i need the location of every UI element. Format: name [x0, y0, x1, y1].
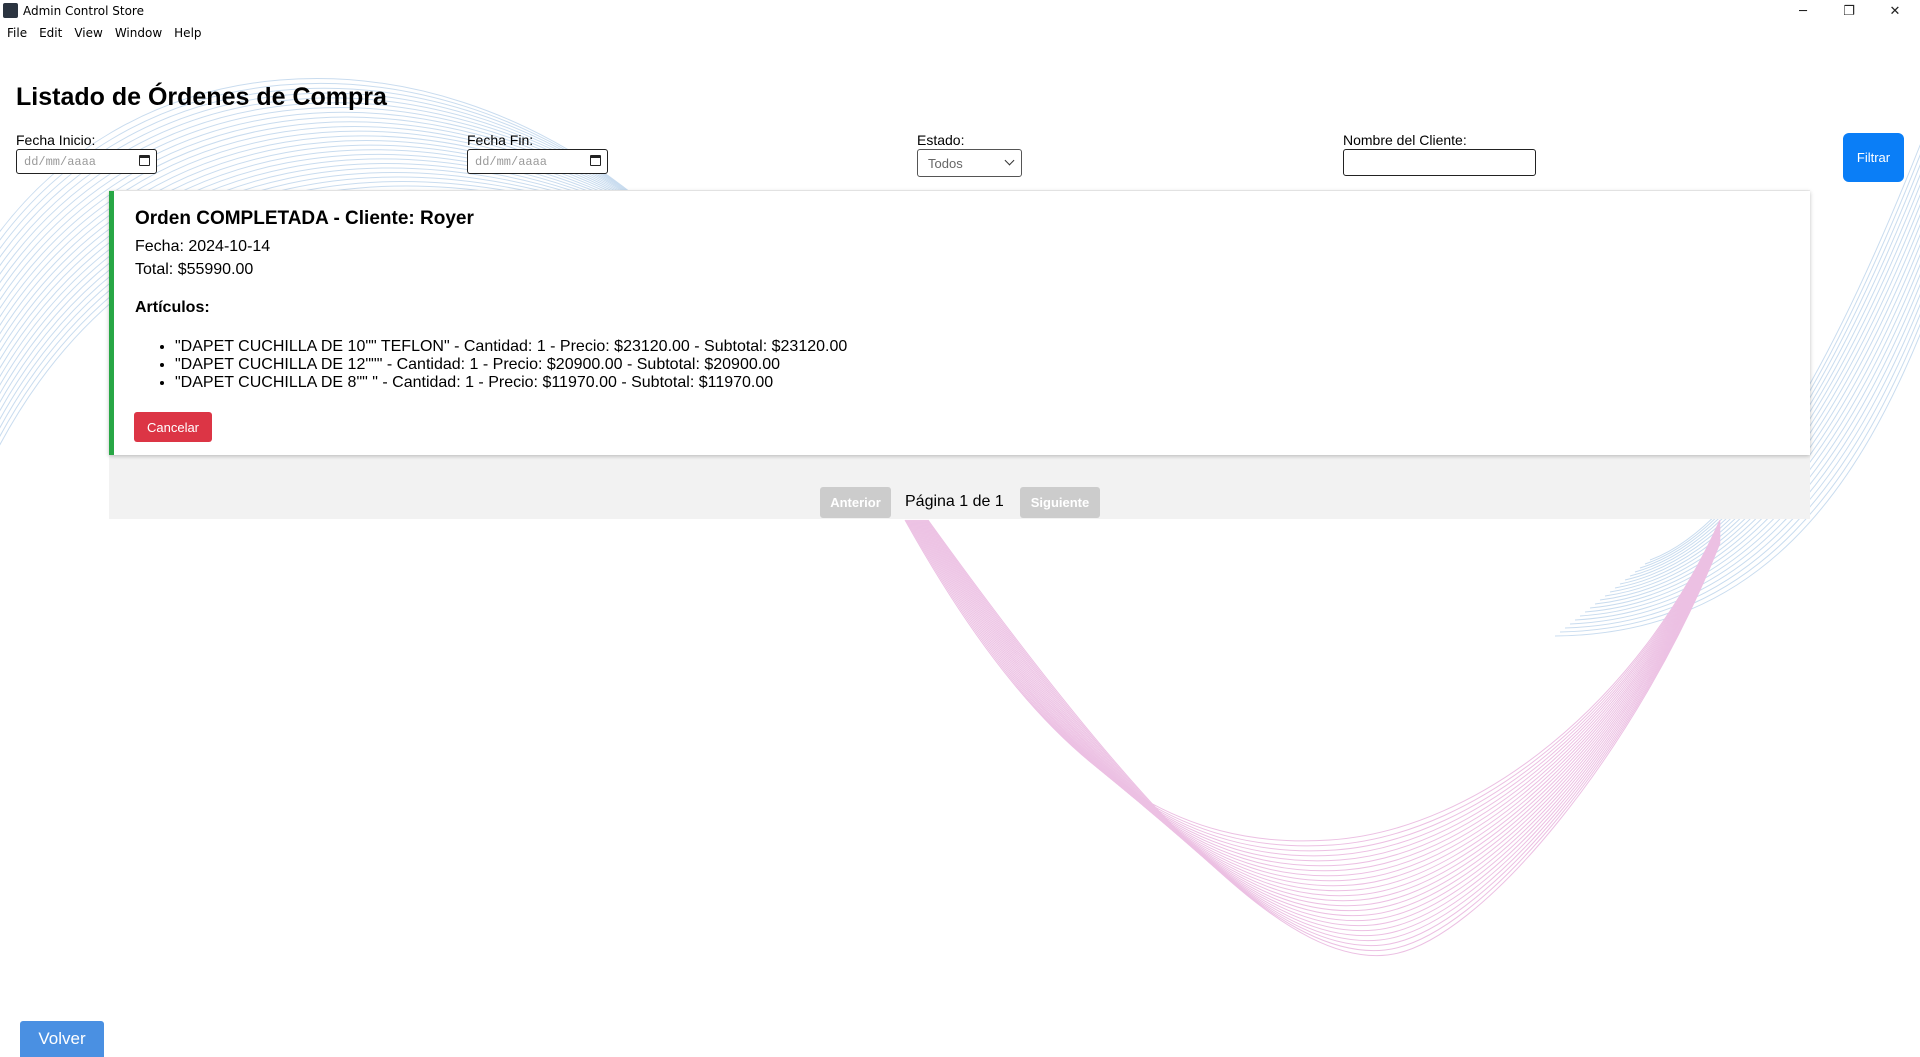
close-icon[interactable]: ✕ [1872, 0, 1918, 22]
calendar-icon[interactable] [590, 155, 601, 166]
filter-status: Estado: Todos [917, 132, 1022, 177]
order-card: Orden COMPLETADA - Cliente: Royer Fecha:… [109, 191, 1810, 455]
status-select-value: Todos [928, 156, 963, 171]
menu-bar: File Edit View Window Help [0, 26, 208, 44]
filter-end-date: Fecha Fin: dd/mm/aaaa [467, 132, 608, 174]
app-icon [3, 3, 18, 18]
start-date-input[interactable]: dd/mm/aaaa [16, 149, 157, 174]
items-list: "DAPET CUCHILLA DE 10"" TEFLON" - Cantid… [135, 338, 847, 392]
next-page-button[interactable]: Siguiente [1020, 487, 1100, 518]
chevron-down-icon [1004, 155, 1015, 166]
menu-view[interactable]: View [68, 26, 108, 44]
back-button[interactable]: Volver [20, 1021, 104, 1057]
end-date-label: Fecha Fin: [467, 132, 534, 148]
pagination: Anterior Página 1 de 1 Siguiente [109, 487, 1810, 518]
app-window: Admin Control Store ─ ❐ ✕ File Edit View… [0, 0, 1920, 1057]
order-title: Orden COMPLETADA - Cliente: Royer [135, 208, 474, 229]
filter-client: Nombre del Cliente: [1343, 132, 1536, 176]
cancel-order-button[interactable]: Cancelar [134, 412, 212, 442]
page-info: Página 1 de 1 [905, 493, 1004, 510]
items-heading: Artículos: [135, 299, 210, 316]
client-label: Nombre del Cliente: [1343, 132, 1467, 148]
previous-page-button[interactable]: Anterior [820, 487, 891, 518]
page-title: Listado de Órdenes de Compra [16, 83, 387, 111]
minimize-icon[interactable]: ─ [1780, 0, 1826, 22]
order-date: Fecha: 2024-10-14 [135, 238, 271, 255]
orders-panel: Orden COMPLETADA - Cliente: Royer Fecha:… [109, 190, 1810, 519]
window-title: Admin Control Store [23, 4, 144, 18]
title-bar: Admin Control Store ─ ❐ ✕ [0, 0, 1920, 22]
filter-start-date: Fecha Inicio: dd/mm/aaaa [16, 132, 157, 174]
status-select[interactable]: Todos [917, 149, 1022, 177]
start-date-label: Fecha Inicio: [16, 132, 96, 148]
list-item: "DAPET CUCHILLA DE 10"" TEFLON" - Cantid… [175, 338, 847, 356]
end-date-placeholder: dd/mm/aaaa [475, 155, 548, 169]
end-date-input[interactable]: dd/mm/aaaa [467, 149, 608, 174]
order-total: Total: $55990.00 [135, 261, 254, 278]
maximize-icon[interactable]: ❐ [1826, 0, 1872, 22]
client-name-input[interactable] [1343, 149, 1536, 176]
list-item: "DAPET CUCHILLA DE 8"" " - Cantidad: 1 -… [175, 374, 847, 392]
menu-edit[interactable]: Edit [33, 26, 68, 44]
start-date-placeholder: dd/mm/aaaa [24, 155, 97, 169]
menu-file[interactable]: File [0, 26, 33, 44]
menu-help[interactable]: Help [168, 26, 207, 44]
menu-window[interactable]: Window [109, 26, 168, 44]
status-label: Estado: [917, 132, 965, 148]
calendar-icon[interactable] [139, 155, 150, 166]
list-item: "DAPET CUCHILLA DE 12""" - Cantidad: 1 -… [175, 356, 847, 374]
filter-button[interactable]: Filtrar [1843, 133, 1904, 182]
